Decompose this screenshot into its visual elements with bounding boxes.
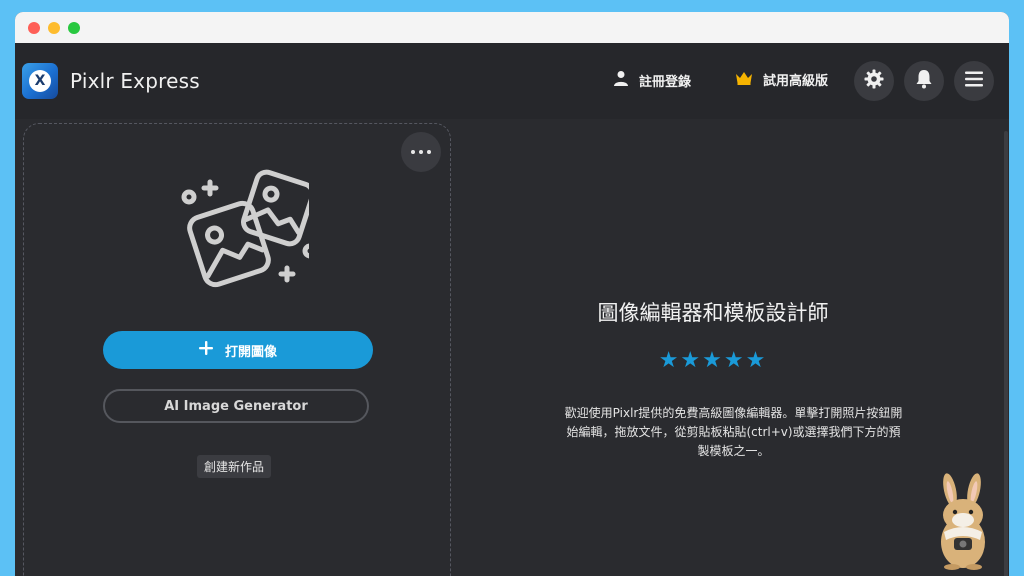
photos-illustration-icon xyxy=(169,154,318,298)
crown-icon xyxy=(735,71,753,89)
app-title: Pixlr Express xyxy=(70,69,200,93)
ellipsis-dot xyxy=(411,150,415,154)
hamburger-menu-icon xyxy=(965,71,983,91)
user-icon xyxy=(613,70,629,90)
gear-icon xyxy=(864,69,884,93)
hero-description: 歡迎使用Pixlr提供的免費高級圖像編輯器。單擊打開照片按鈕開始編輯，拖放文件，… xyxy=(564,406,903,458)
window-titlebar xyxy=(15,12,1009,43)
logo-mark: X xyxy=(29,70,51,92)
more-options-button[interactable] xyxy=(401,132,441,172)
notifications-button[interactable] xyxy=(904,61,944,101)
minimize-window-button[interactable] xyxy=(48,21,60,34)
try-premium-link[interactable]: 試用高級版 xyxy=(735,70,828,89)
close-window-button[interactable] xyxy=(28,21,40,34)
main-content: 打開圖像 AI Image Generator 創建新作品 圖像編輯器和模板設計… xyxy=(15,119,1009,576)
app-window: X Pixlr Express 註冊登錄 試用高級版 打開圖像 AI Image… xyxy=(15,12,1009,576)
settings-button[interactable] xyxy=(854,61,894,101)
ellipsis-dot xyxy=(427,150,431,154)
rabbit-mascot-icon xyxy=(930,470,996,574)
maximize-window-button[interactable] xyxy=(68,21,80,34)
page-scrollbar[interactable] xyxy=(1004,131,1008,576)
bell-icon xyxy=(915,69,933,93)
ai-image-generator-label: AI Image Generator xyxy=(164,398,308,414)
open-image-button[interactable]: 打開圖像 xyxy=(103,331,373,369)
open-image-label: 打開圖像 xyxy=(224,344,277,360)
hero-title: 圖像編輯器和模板設計師 xyxy=(597,301,829,325)
app-header: X Pixlr Express 註冊登錄 試用高級版 xyxy=(15,43,1009,119)
main-menu-button[interactable] xyxy=(954,61,994,101)
ellipsis-dot xyxy=(419,150,423,154)
ai-image-generator-button[interactable]: AI Image Generator xyxy=(103,389,369,423)
pixlr-logo[interactable]: X xyxy=(22,63,58,99)
rating-stars: ★★★★★ xyxy=(658,348,768,373)
register-login-label: 註冊登錄 xyxy=(639,74,692,90)
open-image-panel[interactable]: 打開圖像 AI Image Generator 創建新作品 xyxy=(23,123,451,576)
create-new-button[interactable]: 創建新作品 xyxy=(197,455,272,478)
try-premium-label: 試用高級版 xyxy=(763,74,829,89)
register-login-link[interactable]: 註冊登錄 xyxy=(613,70,691,90)
plus-icon xyxy=(198,341,213,359)
